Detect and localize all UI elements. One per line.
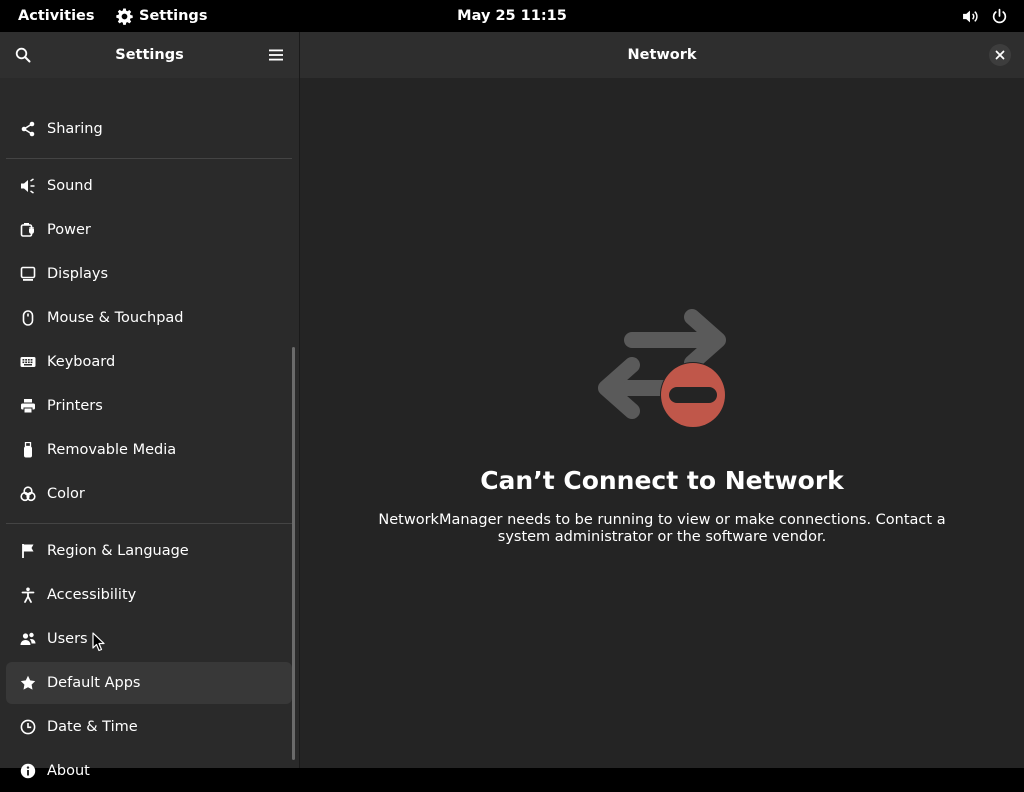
sidebar-item-label: Accessibility [47,587,137,603]
printer-icon [19,397,37,415]
network-disabled-icon [598,309,726,428]
sidebar-item-label: Users [47,631,88,647]
status-page: Can’t Connect to Network NetworkManager … [300,78,1024,768]
sidebar-item-sound[interactable]: Sound [6,165,292,207]
app-menu-button[interactable]: Settings [116,0,207,32]
sidebar-separator [6,523,292,524]
sidebar-item-printers[interactable]: Printers [6,385,292,427]
search-button[interactable] [9,41,37,69]
status-title: Can’t Connect to Network [480,466,844,495]
close-button[interactable] [989,44,1011,66]
battery-plug-icon [19,221,37,239]
sidebar-item-sharing[interactable]: Sharing [6,108,292,150]
color-circles-icon [19,485,37,503]
share-icon [19,120,37,138]
keyboard-icon [19,353,37,371]
main-menu-button[interactable] [262,41,290,69]
sidebar-item-label: Keyboard [47,354,116,370]
monitor-icon [19,265,37,283]
speaker-icon [19,177,37,195]
sidebar-item-region-language[interactable]: Region & Language [6,530,292,572]
sidebar-item-label: Mouse & Touchpad [47,310,184,326]
gear-icon [116,8,133,25]
sidebar-item-date-time[interactable]: Date & Time [6,706,292,748]
sidebar-item-displays[interactable]: Displays [6,253,292,295]
page-title: Network [627,47,697,63]
sidebar-item-power[interactable]: Power [6,209,292,251]
accessibility-person-icon [19,586,37,604]
clock-button[interactable]: May 25 11:15 [457,8,567,24]
sidebar-item-label: Sharing [47,121,103,137]
sidebar-item-about[interactable]: About [6,750,292,792]
sidebar-item-mouse-touchpad[interactable]: Mouse & Touchpad [6,297,292,339]
sidebar-item-label: Removable Media [47,442,177,458]
users-icon [19,630,37,648]
sidebar-item-label: Region & Language [47,543,189,559]
sidebar-item-label: Displays [47,266,109,282]
sidebar-item-label: Sound [47,178,93,194]
settings-window: Settings Sharing Sound Power Displays Mo… [0,32,1024,779]
sidebar-item-users[interactable]: Users [6,618,292,660]
star-icon [19,674,37,692]
sidebar-item-keyboard[interactable]: Keyboard [6,341,292,383]
sidebar-item-label: Date & Time [47,719,138,735]
mouse-icon [19,309,37,327]
app-name-label: Settings [139,8,208,24]
status-description: NetworkManager needs to be running to vi… [378,512,946,545]
hamburger-menu-icon [269,49,283,61]
sidebar-item-accessibility[interactable]: Accessibility [6,574,292,616]
content-header: Network [300,32,1024,78]
clock-icon [19,718,37,736]
system-status-menu[interactable] [962,0,1008,32]
search-icon [15,47,31,63]
flag-icon [19,542,37,560]
sidebar-item-label: Color [47,486,85,502]
top-bar: Activities Settings May 25 11:15 [0,0,1024,32]
info-icon [19,762,37,780]
sidebar-scrollbar[interactable] [292,347,295,760]
activities-button[interactable]: Activities [18,0,95,32]
close-icon [995,50,1005,60]
sidebar-title: Settings [115,47,184,63]
content-pane: Network Can’t Connect to Network Network… [300,32,1024,768]
usb-drive-icon [19,441,37,459]
sidebar: Settings Sharing Sound Power Displays Mo… [0,32,299,779]
sidebar-item-label: Printers [47,398,103,414]
power-icon [992,8,1007,23]
sidebar-separator [6,158,292,159]
sidebar-item-default-apps[interactable]: Default Apps [6,662,292,704]
sidebar-item-removable-media[interactable]: Removable Media [6,429,292,471]
sidebar-item-color[interactable]: Color [6,473,292,515]
sidebar-item-label: About [47,763,90,779]
sidebar-item-label: Power [47,222,91,238]
volume-icon [963,10,978,22]
mouse-pointer-icon [92,632,105,652]
sidebar-item-label: Default Apps [47,675,141,691]
sidebar-header: Settings [0,32,299,78]
sidebar-list: Sharing Sound Power Displays Mouse & Tou… [0,78,299,779]
